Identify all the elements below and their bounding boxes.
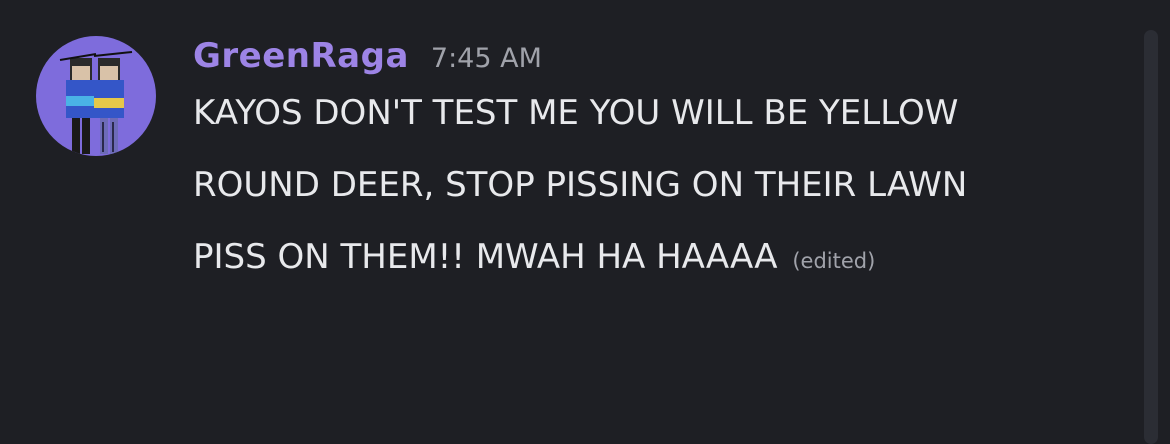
message-line-3-text: PISS ON THEM!! MWAH HA HAAAA [193, 237, 778, 277]
message-line-1: KAYOS DON'T TEST ME YOU WILL BE YELLOW [193, 93, 959, 133]
message-line-3: PISS ON THEM!! MWAH HA HAAAA (edited) [193, 230, 1123, 289]
avatar-characters-icon [59, 51, 133, 154]
chat-message-area: GreenRaga 7:45 AM KAYOS DON'T TEST ME YO… [0, 0, 1170, 444]
scrollbar[interactable] [1144, 30, 1158, 444]
edited-label: (edited) [792, 249, 876, 273]
username[interactable]: GreenRaga [193, 36, 409, 76]
user-avatar[interactable] [36, 36, 156, 156]
message: GreenRaga 7:45 AM KAYOS DON'T TEST ME YO… [193, 36, 1123, 289]
message-line-2: ROUND DEER, STOP PISSING ON THEIR LAWN [193, 165, 968, 205]
timestamp[interactable]: 7:45 AM [431, 43, 542, 74]
message-header: GreenRaga 7:45 AM [193, 36, 1123, 86]
